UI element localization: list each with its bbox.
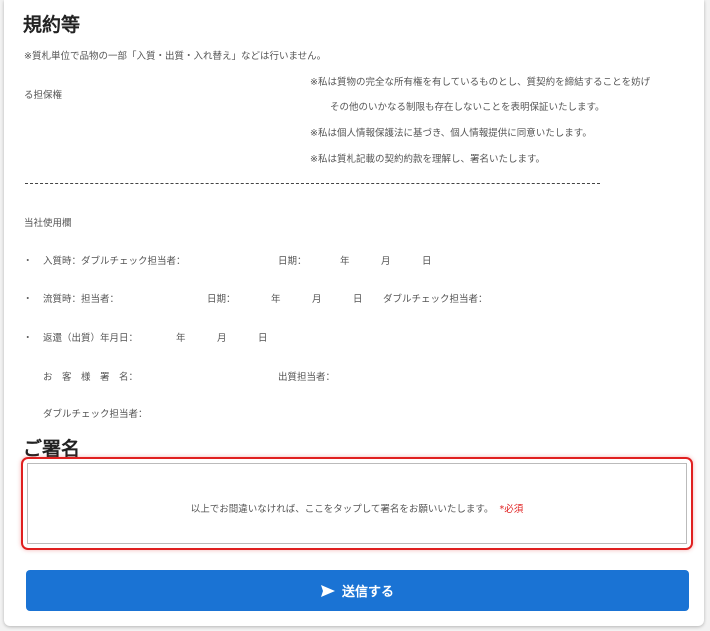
required-badge: *必須: [499, 504, 524, 515]
pawn-date-label: 日期：: [278, 256, 307, 267]
dashed-divider: [25, 183, 600, 184]
withdraw-staff-label: 出質担当者：: [278, 372, 336, 383]
signature-prompt-text: 以上でお間違いなければ、ここをタップして署名をお願いいたします。: [190, 504, 494, 515]
declaration-ownership-warranty: その他のいかなる制限も存在しないことを表明保証いたします。: [330, 102, 605, 113]
form-card: 規約等 ※質札単位で品物の一部「入質・出質・入れ替え」などは行いません。 ※私は…: [4, 0, 704, 626]
pawn-double-check-label: 入質時：ダブルチェック担当者：: [43, 256, 186, 267]
terms-title: 規約等: [23, 14, 81, 36]
signature-prompt: 以上でお間違いなければ、ここをタップして署名をお願いいたします。 *必須: [28, 501, 686, 515]
forfeit-year-label: 年: [271, 294, 281, 305]
bullet: ・: [23, 294, 33, 305]
return-date-label: 返還（出質）年月日：: [43, 333, 139, 344]
forfeit-date-label: 日期：: [207, 294, 236, 305]
terms-note: ※質札単位で品物の一部「入質・出質・入れ替え」などは行いません。: [24, 51, 327, 62]
submit-button[interactable]: 送信する: [26, 570, 689, 611]
send-icon: [320, 584, 335, 597]
signature-pad[interactable]: 以上でお間違いなければ、ここをタップして署名をお願いいたします。 *必須: [27, 463, 687, 544]
declaration-contract: ※私は質札記載の契約約款を理解し、署名いたします。: [310, 154, 546, 165]
pawn-month-label: 月: [381, 256, 391, 267]
office-use-label: 当社使用欄: [24, 218, 72, 229]
return-year-label: 年: [176, 333, 186, 344]
forfeit-double-check-label: ダブルチェック担当者：: [383, 294, 488, 305]
declaration-ownership-cont: る担保権: [24, 90, 63, 101]
forfeit-day-label: 日: [353, 294, 363, 305]
declaration-ownership: ※私は質物の完全な所有権を有しているものとし、質契約を締結することを妨げ: [310, 77, 651, 88]
pawn-day-label: 日: [422, 256, 432, 267]
signature-field-highlight: 以上でお間違いなければ、ここをタップして署名をお願いいたします。 *必須: [21, 457, 693, 550]
pawn-year-label: 年: [340, 256, 350, 267]
double-check-staff-label: ダブルチェック担当者：: [43, 409, 148, 420]
forfeit-staff-label: 流質時：担当者：: [43, 294, 120, 305]
bullet: ・: [23, 333, 33, 344]
customer-signature-label: お 客 様 署 名：: [43, 372, 139, 383]
return-day-label: 日: [258, 333, 268, 344]
forfeit-month-label: 月: [312, 294, 322, 305]
bullet: ・: [23, 256, 33, 267]
submit-label: 送信する: [341, 584, 394, 599]
declaration-privacy: ※私は個人情報保護法に基づき、個人情報提供に同意いたします。: [310, 128, 592, 139]
return-month-label: 月: [217, 333, 227, 344]
